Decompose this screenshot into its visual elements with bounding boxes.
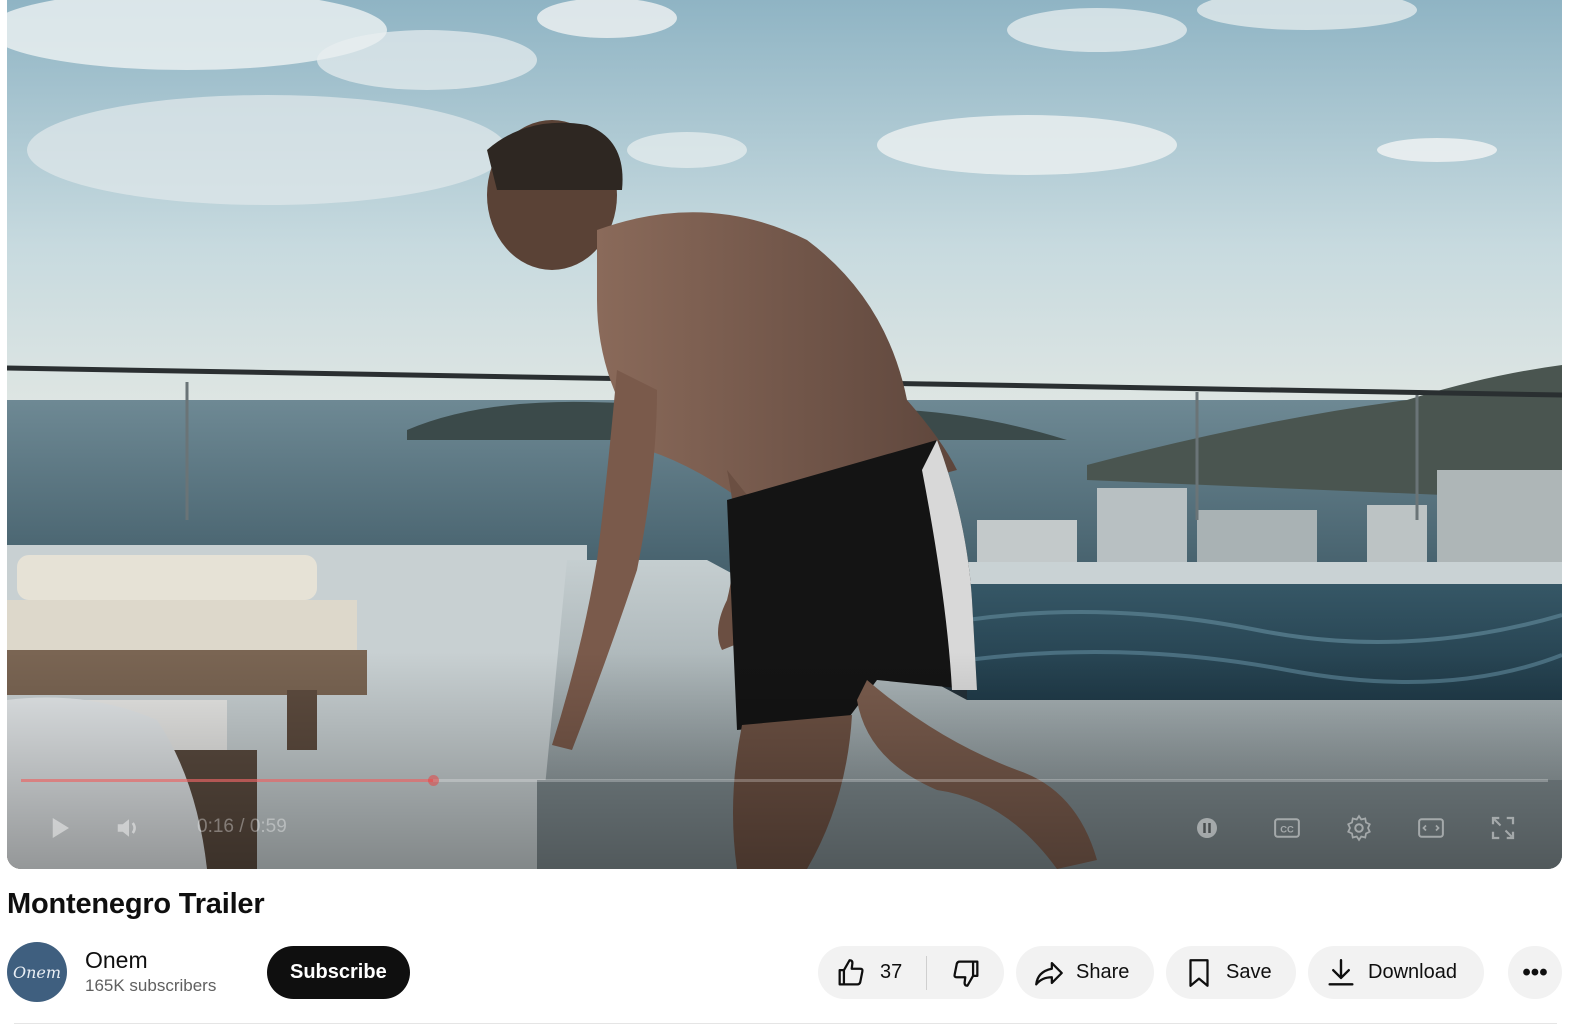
duration: 0:59 — [249, 816, 287, 837]
thumbs-up-icon — [838, 958, 864, 985]
video-title: Montenegro Trailer — [7, 888, 265, 920]
more-actions-icon: ••• — [1522, 958, 1548, 986]
save-label: Save — [1226, 961, 1272, 983]
share-label: Share — [1076, 961, 1130, 983]
dislike-button[interactable] — [927, 946, 1004, 999]
fullscreen-icon — [1491, 816, 1515, 840]
download-button[interactable]: Download — [1308, 946, 1484, 999]
share-icon — [1035, 961, 1063, 985]
share-button[interactable]: Share — [1016, 946, 1154, 999]
settings-button[interactable] — [1339, 808, 1379, 848]
download-label: Download — [1368, 961, 1457, 983]
like-count: 37 — [880, 961, 903, 983]
more-actions-button[interactable]: ••• — [1508, 946, 1562, 999]
progress-bar[interactable] — [21, 775, 1548, 786]
captions-button[interactable]: CC — [1267, 808, 1307, 848]
cc-icon: CC — [1274, 818, 1300, 838]
watch-page: 0:16 / 0:59 CC Montenegro Trailer Onem O… — [0, 0, 1571, 1027]
theater-mode-button[interactable] — [1411, 808, 1451, 848]
thumbs-down-icon — [952, 960, 978, 987]
current-time: 0:16 — [197, 816, 234, 837]
bookmark-icon — [1189, 958, 1209, 987]
video-frame[interactable] — [7, 0, 1562, 869]
channel-avatar[interactable]: Onem — [7, 942, 67, 1002]
fullscreen-button[interactable] — [1483, 808, 1523, 848]
theater-mode-icon — [1418, 818, 1444, 838]
channel-name[interactable]: Onem — [85, 946, 255, 974]
volume-icon — [117, 819, 136, 837]
autoplay-toggle[interactable] — [1187, 808, 1227, 848]
time-separator: / — [233, 816, 250, 837]
gear-icon — [1347, 814, 1371, 842]
mute-button[interactable] — [109, 808, 149, 848]
player-controls: 0:16 / 0:59 CC — [7, 800, 1562, 854]
channel-owner-row: Onem Onem 165K subscribers Subscribe — [7, 940, 410, 1004]
download-icon — [1328, 958, 1354, 986]
subscriber-count: 165K subscribers — [85, 976, 217, 995]
video-player[interactable]: 0:16 / 0:59 CC — [7, 0, 1562, 869]
section-divider — [14, 1023, 1557, 1024]
channel-info: Onem 165K subscribers — [85, 946, 255, 998]
subscribe-button[interactable]: Subscribe — [267, 945, 410, 999]
like-dislike-group: 37 — [818, 946, 1004, 999]
channel-avatar-logo: Onem — [12, 962, 62, 982]
autoplay-toggle-icon — [1197, 818, 1217, 838]
svg-text:CC: CC — [1280, 824, 1294, 834]
video-still-image — [7, 0, 1562, 869]
play-icon — [52, 818, 69, 838]
progress-played — [21, 779, 434, 782]
time-readout: 0:16 / 0:59 — [197, 816, 287, 838]
like-button[interactable]: 37 — [818, 946, 926, 999]
play-button[interactable] — [39, 808, 79, 848]
save-button[interactable]: Save — [1166, 946, 1296, 999]
